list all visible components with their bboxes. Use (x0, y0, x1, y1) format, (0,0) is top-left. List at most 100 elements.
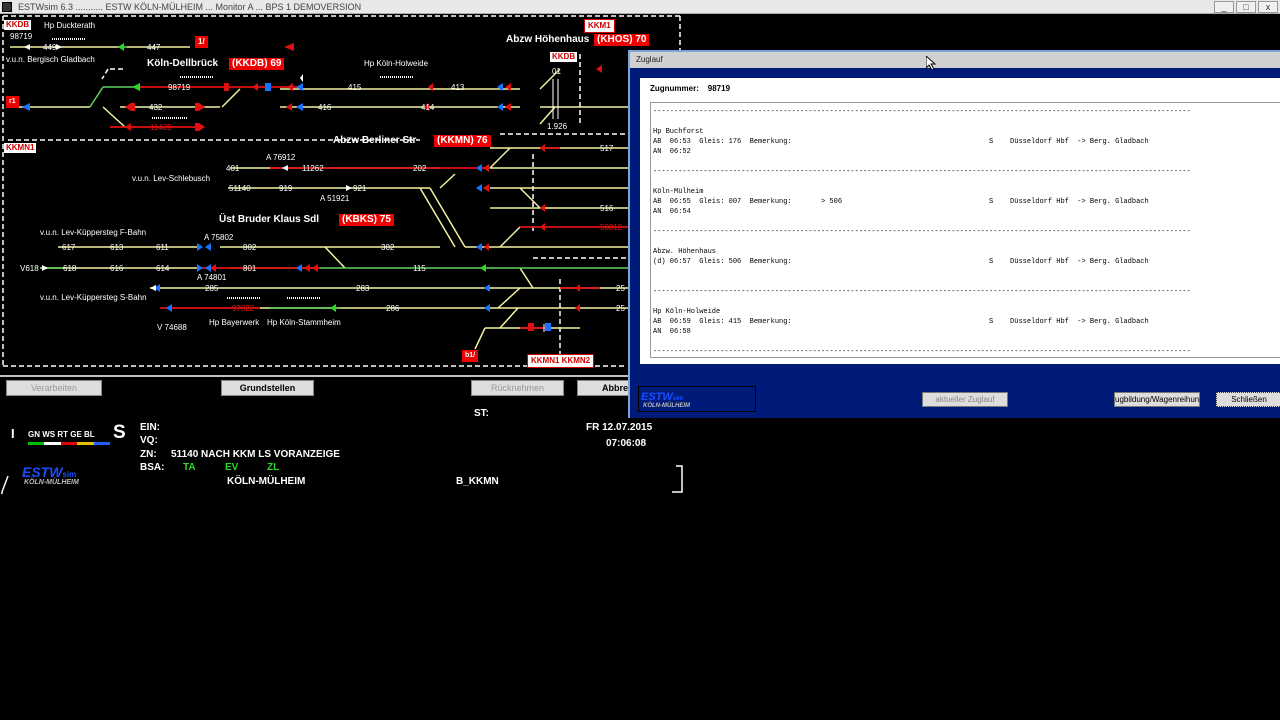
entry-line2: AN 06:54 (653, 208, 691, 216)
clock: 07:06:08 (606, 438, 647, 449)
track-283: 283 (356, 284, 370, 293)
grundstellen-button[interactable]: Grundstellen (221, 380, 314, 396)
train-97822[interactable]: 97822 (232, 304, 254, 313)
verarbeiten-button[interactable]: Verarbeiten (6, 380, 102, 396)
lamp-bars (28, 442, 111, 445)
dialog-logo-sim: sim (672, 396, 684, 402)
track-616: 616 (110, 264, 124, 273)
train-v74688[interactable]: V 74688 (157, 323, 187, 332)
track-286: 286 (386, 304, 400, 313)
track-613: 613 (110, 243, 124, 252)
train-v618[interactable]: V618 (20, 264, 39, 273)
entry-line2: AN 06:52 (653, 148, 691, 156)
track-516: 516 (600, 204, 614, 213)
km-1926: 1.926 (547, 122, 568, 131)
entry-line2 (653, 267, 1280, 277)
vun-kuepp-sbahn: v.u.n. Lev-Küppersteg S-Bahn (40, 293, 147, 302)
dialog-title: Zuglauf (630, 52, 1280, 68)
dialog-logo: ESTWsim KÖLN-MÜLHEIM (638, 386, 756, 412)
zn-label: ZN: (140, 449, 157, 460)
dialog-logo-sub: KÖLN-MÜLHEIM (643, 403, 690, 409)
separator: ----------------------------------------… (653, 288, 1191, 296)
bkkmn: B_KKMN (456, 476, 499, 487)
zugbildung-button[interactable]: ugbildung/Wagenreihun (1114, 392, 1200, 407)
ein-label: EIN: (140, 422, 160, 433)
schliessen-button[interactable]: Schließen (1216, 392, 1280, 407)
dialog-content: Zugnummer: 98719 -----------------------… (640, 78, 1280, 364)
abbrechen-button[interactable]: Abbre (577, 380, 629, 396)
logo-main: ESTW (22, 464, 63, 480)
tag-kkmn-76: (KKMN) 76 (434, 135, 491, 147)
track-447: 447 (147, 43, 161, 52)
hp-bayerwerk: Hp Bayerwerk (209, 318, 260, 327)
separator: ----------------------------------------… (653, 168, 1191, 176)
entry-line2: AN 06:58 (653, 328, 691, 336)
track-517: 517 (600, 144, 614, 153)
lamp-bar-gn (28, 442, 45, 445)
lamp-label-bl: BL (84, 430, 95, 439)
window-title: ESTWsim 6.3 ........... ESTW KÖLN-MÜLHEI… (18, 2, 362, 12)
lamp-strip: GN WS RT GE BL (28, 424, 111, 445)
zugnummer-value: 98719 (707, 84, 731, 93)
close-button[interactable]: x (1258, 1, 1278, 13)
track-115: 115 (413, 264, 426, 273)
station-koeln-dellbrueck: Köln-Dellbrück (147, 58, 219, 69)
track-25b: 25 (616, 304, 625, 313)
bsa-ta: TA (183, 462, 196, 473)
kkmn1-kkmn2-tag: KKMN1 KKMN2 (527, 354, 595, 368)
zuglauf-list[interactable]: ----------------------------------------… (650, 102, 1280, 358)
train-11262[interactable]: 11262 (302, 164, 324, 173)
track-415: 415 (348, 83, 362, 92)
zugnummer-label: Zugnummer: 98719 (650, 84, 730, 93)
train-98719-top[interactable]: 98719 (10, 32, 32, 41)
status-i: I (11, 426, 15, 441)
dialog-body: Zugnummer: 98719 -----------------------… (630, 68, 1280, 418)
abzw-hoehenhaus: Abzw Höhenhaus (506, 34, 590, 45)
train-11429[interactable]: 11429 (150, 123, 172, 132)
zuglauf-dialog: Zuglauf Zugnummer: 98719 ---------------… (628, 50, 1280, 418)
ruecknehmen-button[interactable]: Rücknehmen (471, 380, 564, 396)
lamp-bar-ws (44, 442, 61, 445)
track-414: 414 (421, 103, 435, 112)
entry-name: Hp Köln-Holweide (653, 308, 721, 316)
mouse-cursor-icon (926, 56, 936, 70)
tag-khos-70: (KHOS) 70 (594, 34, 650, 46)
train-50812[interactable]: 50812 (600, 223, 622, 232)
train-51140[interactable]: 51140 (229, 184, 251, 193)
lamp-bar-bl (93, 442, 111, 445)
minimize-button[interactable]: _ (1214, 1, 1234, 13)
track-302: 302 (381, 243, 395, 252)
entry-line1: AB 06:55 Gleis: 007 Bemerkung: > 506 S D… (653, 198, 1149, 206)
track-921: 921 (353, 184, 367, 193)
track-802: 802 (243, 243, 257, 252)
maximize-button[interactable]: □ (1236, 1, 1256, 13)
track-449: 449 (43, 43, 57, 52)
entry-line1: (d) 06:57 Gleis: 506 Bemerkung: S Düssel… (653, 258, 1149, 266)
lamp-label-ge: GE (70, 430, 85, 439)
track-202: 202 (413, 164, 427, 173)
kkdb-mid-tag: KKDB (550, 52, 578, 62)
dialog-logo-main: ESTW (641, 391, 673, 403)
train-98719[interactable]: 98719 (168, 83, 190, 92)
date: FR 12.07.2015 (586, 422, 653, 433)
track-25a: 25 (616, 284, 625, 293)
bsa-ev: EV (225, 462, 239, 473)
tag-r1: r1 (6, 96, 19, 108)
vun-kuepp-fbahn: v.u.n. Lev-Küppersteg F-Bahn (40, 228, 147, 237)
entry-name: Abzw. Höhenhaus (653, 248, 717, 256)
track-614: 614 (156, 264, 170, 273)
hp-koeln-holweide: Hp Köln-Holweide (364, 59, 429, 68)
bsa-label: BSA: (140, 462, 165, 473)
tag-kbks-75: (KBKS) 75 (339, 214, 394, 226)
logo-sub: KÖLN-MÜLHEIM (24, 479, 79, 486)
a-75802: A 75802 (204, 233, 234, 242)
aktueller-zuglauf-button[interactable]: aktueller Zuglauf (922, 392, 1008, 407)
st-label: ST: (474, 408, 489, 419)
